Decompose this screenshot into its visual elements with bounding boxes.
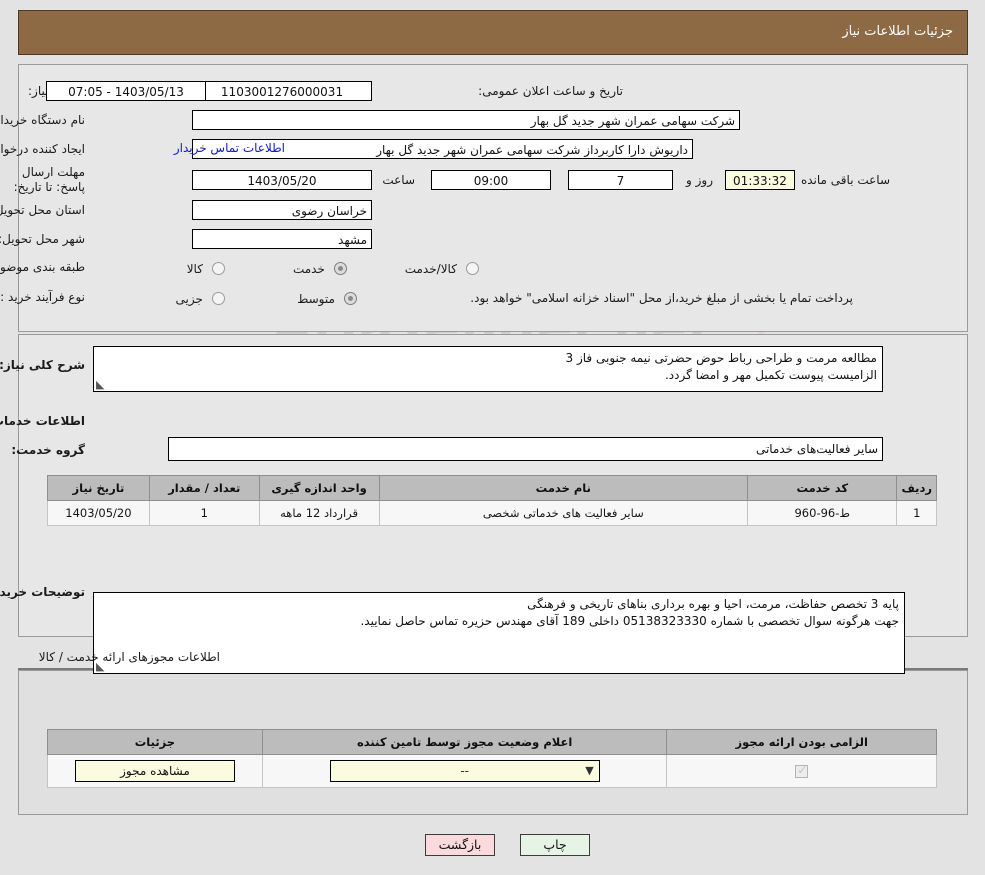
category-radio-kala[interactable]: کالا — [187, 258, 225, 277]
col-unit: واحد اندازه گیری — [258, 475, 380, 501]
cell-date: 1403/05/20 — [47, 500, 150, 526]
payment-note: پرداخت تمام یا بخشی از مبلغ خرید،از محل … — [470, 291, 853, 305]
col-required: الزامی بودن ارائه مجوز — [666, 729, 937, 755]
permits-heading: اطلاعات مجوزهای ارائه خدمت / کالا — [38, 650, 220, 664]
buyer-org-label: نام دستگاه خریدار: — [0, 113, 85, 127]
permit-required-checkbox[interactable] — [795, 763, 809, 778]
col-details: جزئیات — [47, 729, 263, 755]
province-label: استان محل تحویل: — [0, 203, 85, 217]
category-label: طبقه بندی موضوعی: — [0, 260, 85, 274]
category-option-label: کالا — [186, 261, 203, 276]
need-number-value: 1103001276000031 — [192, 81, 372, 101]
radio-jozee-icon[interactable] — [212, 292, 225, 305]
service-group-value: سایر فعالیت‌های خدماتی — [168, 437, 883, 461]
radio-kala-khedmat-icon[interactable] — [466, 262, 479, 275]
province-value: خراسان رضوی — [192, 200, 372, 220]
table-row: ▼ -- مشاهده مجوز — [47, 754, 937, 788]
deadline-date-value: 1403/05/20 — [192, 170, 372, 190]
col-row: ردیف — [896, 475, 937, 501]
buyer-notes-line-2: جهت هرگونه سوال تخصصی با شماره 051383233… — [360, 614, 899, 628]
process-type-label: نوع فرآیند خرید : — [0, 290, 85, 304]
city-value: مشهد — [192, 229, 372, 249]
remaining-days-label: روز و — [686, 173, 713, 187]
remaining-time-label: ساعت باقی مانده — [800, 173, 890, 187]
process-radio-jozee[interactable]: جزیی — [176, 288, 225, 307]
cell-details: مشاهده مجوز — [47, 754, 263, 788]
page-root: AriaTender.net جزئیات اطلاعات نیاز شماره… — [0, 0, 985, 875]
col-status: اعلام وضعیت مجوز توسط تامین کننده — [261, 729, 668, 755]
announce-datetime-value: 1403/05/13 - 07:05 — [46, 81, 206, 101]
col-quantity: تعداد / مقدار — [148, 475, 260, 501]
services-table: ردیف کد خدمت نام خدمت واحد اندازه گیری ت… — [47, 475, 937, 526]
remaining-time-value: 01:33:32 — [725, 170, 795, 190]
radio-motevasset-icon[interactable] — [344, 292, 357, 305]
description-line-2: الزامیست پیوست تکمیل مهر و امضا گردد. — [664, 368, 877, 382]
remaining-days-value: 7 — [568, 170, 673, 190]
buyer-notes-line-1: پایه 3 تخصص حفاظت، مرمت، احیا و بهره برد… — [527, 597, 899, 611]
deadline-label: مهلت ارسال پاسخ: تا تاریخ: — [13, 165, 85, 194]
service-group-label: گروه خدمت: — [11, 443, 85, 457]
cell-name: سایر فعالیت های خدماتی شخصی — [378, 500, 749, 526]
cell-required — [666, 754, 937, 788]
process-option-label: متوسط — [297, 291, 335, 306]
back-button[interactable]: بازگشت — [425, 834, 495, 856]
category-option-label: کالا/خدمت — [404, 261, 457, 276]
category-radio-khedmat[interactable]: خدمت — [293, 258, 347, 277]
resize-grip-icon[interactable]: ◢ — [96, 378, 106, 391]
category-radio-kala-khedmat[interactable]: کالا/خدمت — [405, 258, 479, 277]
col-date: تاریخ نیاز — [47, 475, 150, 501]
buyer-contact-link[interactable]: اطلاعات تماس خریدار — [174, 141, 285, 155]
page-header: جزئیات اطلاعات نیاز — [18, 10, 968, 55]
description-textarea[interactable]: مطالعه مرمت و طراحی رباط حوض حضرتی نیمه … — [93, 346, 883, 392]
city-label: شهر محل تحویل: — [0, 232, 85, 246]
services-table-header-row: ردیف کد خدمت نام خدمت واحد اندازه گیری ت… — [47, 475, 937, 501]
page-title: جزئیات اطلاعات نیاز — [842, 24, 953, 39]
radio-kala-icon[interactable] — [212, 262, 225, 275]
description-label: شرح کلی نیاز: — [0, 358, 85, 372]
deadline-time-value: 09:00 — [431, 170, 551, 190]
cell-unit: قرارداد 12 ماهه — [258, 500, 380, 526]
view-permit-button[interactable]: مشاهده مجوز — [74, 760, 235, 782]
cell-status: ▼ -- — [261, 754, 668, 788]
chevron-down-icon: ▼ — [585, 764, 594, 777]
permits-table: الزامی بودن ارائه مجوز اعلام وضعیت مجوز … — [47, 729, 937, 788]
print-button[interactable]: چاپ — [520, 834, 590, 856]
process-radio-motevasset[interactable]: متوسط — [297, 288, 357, 307]
services-heading: اطلاعات خدمات مورد نیاز — [0, 414, 85, 428]
description-line-1: مطالعه مرمت و طراحی رباط حوض حضرتی نیمه … — [565, 351, 877, 365]
radio-khedmat-icon[interactable] — [334, 262, 347, 275]
buyer-org-value: شرکت سهامی عمران شهر جدید گل بهار — [192, 110, 740, 130]
cell-quantity: 1 — [148, 500, 260, 526]
permit-status-value: -- — [460, 764, 469, 778]
permits-table-header-row: الزامی بودن ارائه مجوز اعلام وضعیت مجوز … — [47, 729, 937, 755]
col-name: نام خدمت — [378, 475, 749, 501]
col-code: کد خدمت — [747, 475, 898, 501]
cell-code: ط-96-960 — [747, 500, 898, 526]
buyer-notes-label: توضیحات خریدار: — [0, 585, 85, 599]
table-row: 1 ط-96-960 سایر فعالیت های خدماتی شخصی ق… — [47, 500, 937, 526]
permit-status-select[interactable]: ▼ -- — [329, 760, 600, 782]
announce-datetime-label: تاریخ و ساعت اعلان عمومی: — [478, 84, 623, 98]
category-option-label: خدمت — [292, 261, 325, 276]
requester-label: ایجاد کننده درخواست: — [0, 142, 85, 156]
deadline-time-label: ساعت — [382, 173, 415, 187]
process-option-label: جزیی — [175, 291, 203, 306]
cell-row: 1 — [896, 500, 937, 526]
